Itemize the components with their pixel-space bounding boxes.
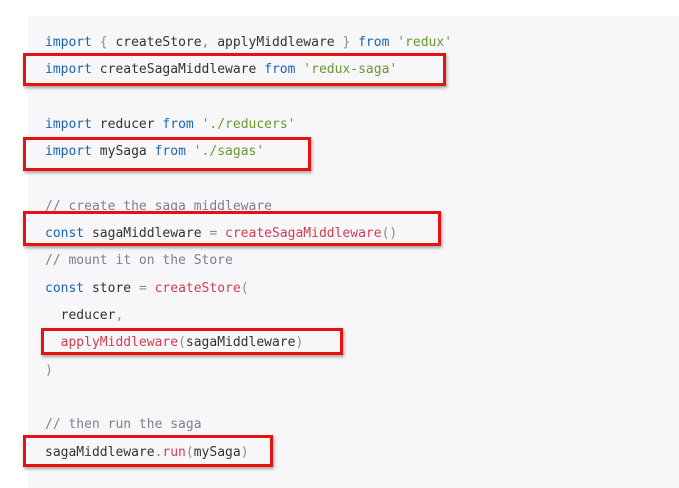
code-token-punct: ( xyxy=(240,280,249,296)
code-token-keyword: from xyxy=(162,116,194,132)
code-line: import { createStore, applyMiddleware } … xyxy=(45,33,452,53)
highlight-box-import-mysaga xyxy=(23,137,311,171)
code-token-keyword: import xyxy=(45,35,92,50)
code-line: // then run the saga xyxy=(45,415,202,435)
code-token-keyword: import xyxy=(45,116,92,132)
code-token-punct: = xyxy=(138,280,147,296)
code-line: reducer, xyxy=(45,306,124,326)
code-token-keyword: from xyxy=(358,35,390,50)
highlight-box-import-saga-middleware xyxy=(23,53,446,86)
code-token-text: applyMiddleware xyxy=(209,35,343,50)
code-line: // mount it on the Store xyxy=(45,251,233,271)
code-token-punct: ) xyxy=(45,362,53,378)
code-token-comment: // then run the saga xyxy=(45,417,202,433)
code-token-comment: // mount it on the Store xyxy=(45,253,233,269)
code-token-text: reducer xyxy=(45,308,116,323)
code-token-keyword: const xyxy=(45,280,85,296)
code-token-text: store xyxy=(84,280,139,296)
code-token-punct: , xyxy=(115,308,124,323)
code-line: import reducer from './reducers' xyxy=(45,115,295,135)
code-token-function: createStore xyxy=(154,280,241,296)
code-token-punct: { xyxy=(99,35,108,50)
code-token-text: reducer xyxy=(91,116,163,132)
code-token-text: createStore xyxy=(107,35,202,50)
highlight-box-create-saga-middleware xyxy=(23,211,441,246)
code-line: ) xyxy=(45,361,53,381)
code-line: const store = createStore( xyxy=(45,279,249,299)
code-token-string: './reducers' xyxy=(201,116,296,132)
highlight-box-run-saga xyxy=(23,435,273,467)
highlight-box-apply-middleware xyxy=(41,328,343,355)
code-token-string: 'redux' xyxy=(397,35,453,50)
